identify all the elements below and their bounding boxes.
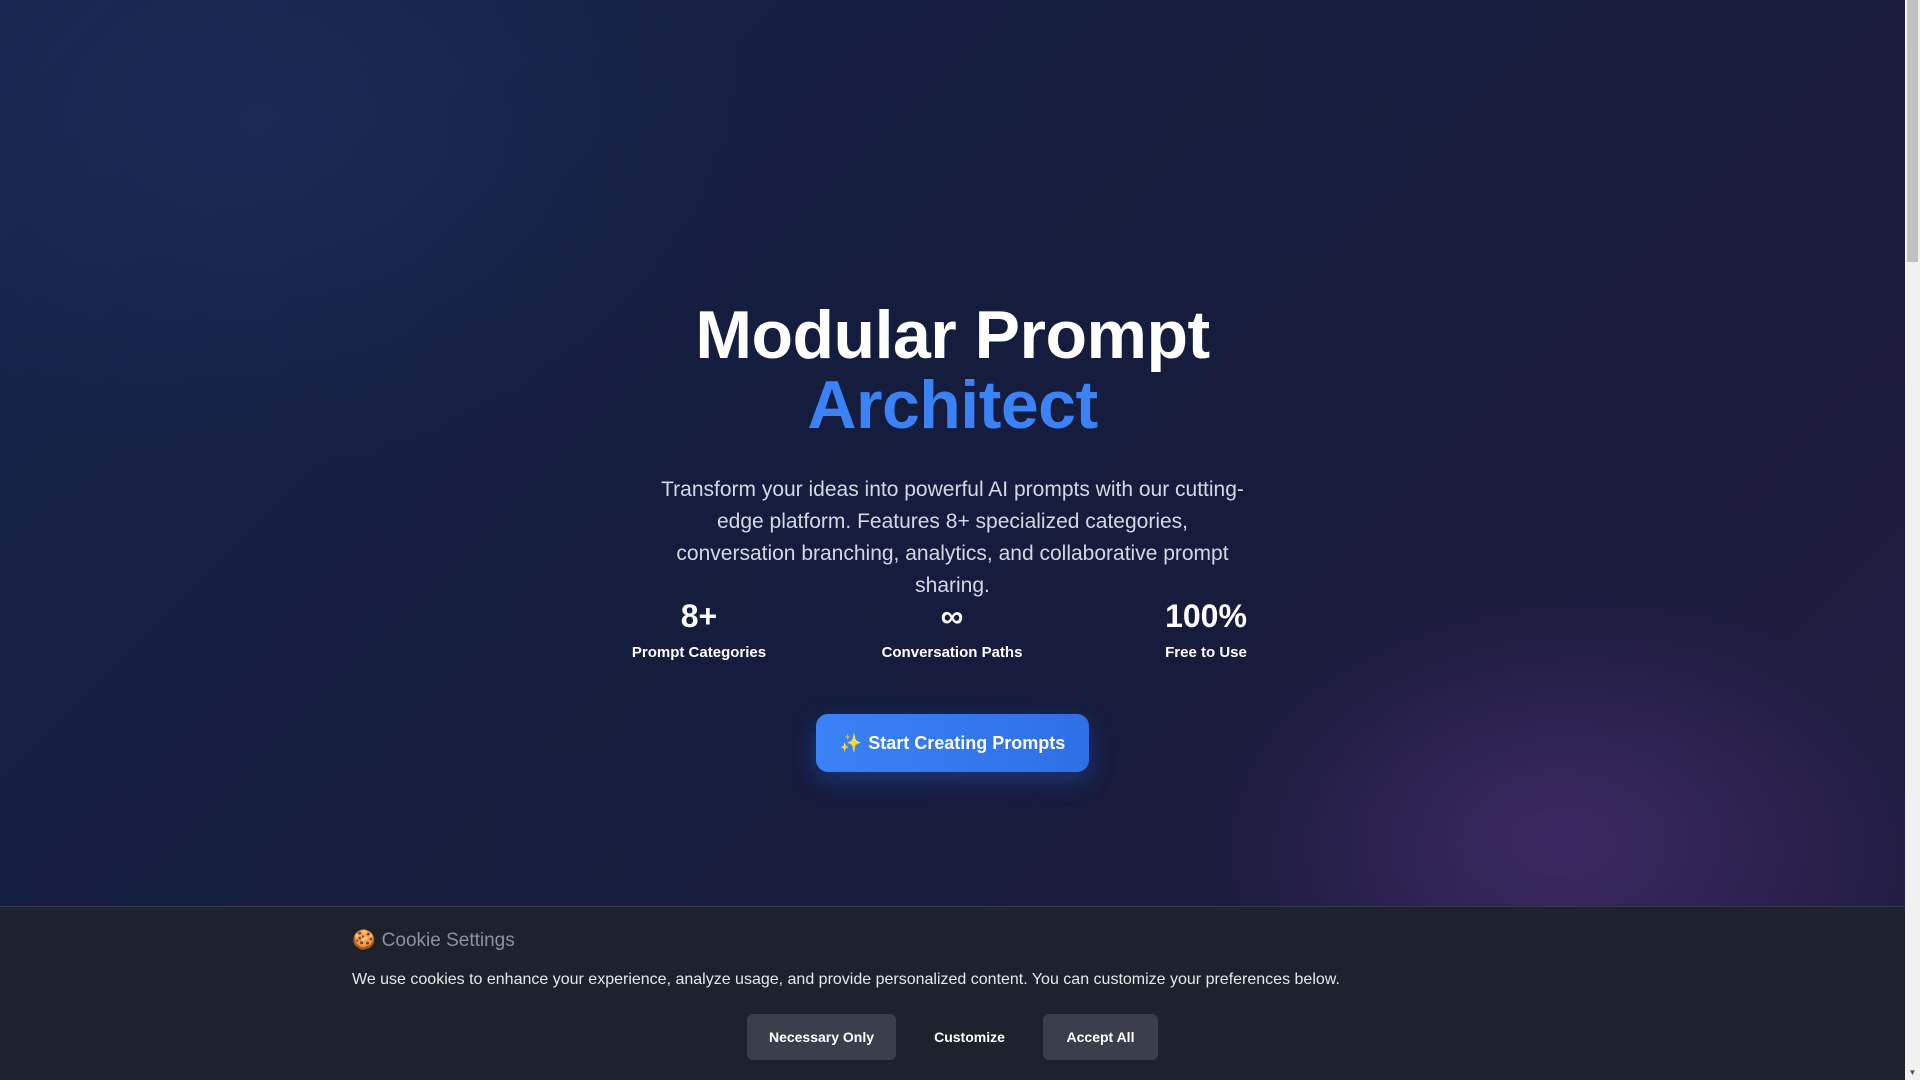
cookie-icon: 🍪 (352, 930, 376, 951)
stat-label: Conversation Paths (881, 644, 1023, 661)
stat-free-to-use: 100% Free to Use (1086, 596, 1326, 662)
vertical-scrollbar[interactable]: ▼ (1905, 0, 1920, 1080)
sparkles-icon: ✨ (839, 732, 863, 753)
hero-section: Modular Prompt Architect Transform your … (0, 300, 1905, 602)
scroll-down-arrow-icon[interactable]: ▼ (1905, 1065, 1920, 1080)
stat-value: 8+ (680, 598, 718, 634)
necessary-only-button[interactable]: Necessary Only (747, 1014, 896, 1060)
hero-title: Modular Prompt Architect (0, 300, 1905, 440)
accept-all-button[interactable]: Accept All (1043, 1014, 1158, 1060)
scrollbar-thumb[interactable] (1907, 0, 1918, 262)
hero-subtitle: Transform your ideas into powerful AI pr… (661, 478, 1244, 597)
customize-button[interactable]: Customize (912, 1014, 1027, 1060)
start-creating-prompts-button[interactable]: ✨ Start Creating Prompts (816, 714, 1089, 772)
stat-value: ∞ (940, 598, 964, 634)
cookie-banner: 🍪 Cookie Settings We use cookies to enhan… (0, 906, 1905, 1080)
stat-prompt-categories: 8+ Prompt Categories (579, 596, 819, 662)
stats-row: 8+ Prompt Categories ∞ Conversation Path… (0, 596, 1905, 676)
hero-title-accent: Architect (807, 367, 1098, 443)
cookie-title-text: Cookie Settings (381, 930, 515, 951)
cookie-banner-text: We use cookies to enhance your experienc… (352, 971, 1340, 988)
stat-conversation-paths: ∞ Conversation Paths (832, 596, 1072, 662)
cookie-banner-title: 🍪 Cookie Settings (352, 929, 515, 953)
stat-value: 100% (1165, 598, 1247, 634)
cta-label: Start Creating Prompts (868, 732, 1066, 753)
page-viewport: Modular Prompt Architect Transform your … (0, 0, 1905, 1080)
stat-label: Prompt Categories (631, 644, 767, 661)
hero-title-line1: Modular Prompt (695, 297, 1210, 373)
stat-label: Free to Use (1165, 644, 1247, 661)
